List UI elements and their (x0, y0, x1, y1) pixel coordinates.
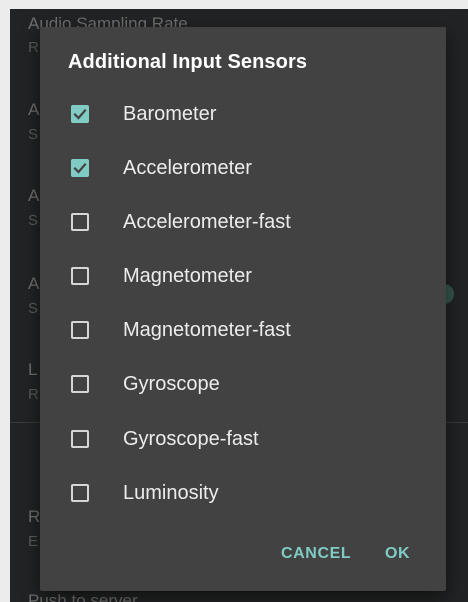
setting-title: A (28, 186, 40, 205)
option-magnetometer[interactable]: Magnetometer (40, 249, 446, 303)
checkbox-icon[interactable] (71, 213, 89, 231)
setting-summary: S (28, 126, 39, 143)
option-label: Barometer (123, 102, 217, 125)
setting-summary: E (28, 533, 39, 550)
setting-title: L (28, 360, 38, 379)
option-label: Accelerometer-fast (123, 210, 291, 233)
option-gyroscope-fast[interactable]: Gyroscope-fast (40, 412, 446, 466)
setting-title: A (28, 100, 40, 119)
option-label: Accelerometer (123, 156, 252, 179)
option-label: Gyroscope-fast (123, 427, 259, 450)
option-gyroscope[interactable]: Gyroscope (40, 357, 446, 411)
option-magnetometer-fast[interactable]: Magnetometer-fast (40, 303, 446, 357)
setting-summary: S (28, 300, 39, 317)
checkbox-icon[interactable] (71, 375, 89, 393)
setting-summary: R (28, 39, 39, 56)
checkbox-icon[interactable] (71, 430, 89, 448)
dialog-title: Additional Input Sensors (68, 51, 308, 73)
ok-button[interactable]: OK (385, 545, 410, 563)
checkbox-icon[interactable] (71, 105, 89, 123)
option-accelerometer[interactable]: Accelerometer (40, 141, 446, 195)
setting-summary: R (28, 386, 39, 403)
option-label: Magnetometer-fast (123, 318, 291, 341)
option-barometer[interactable]: Barometer (40, 87, 446, 141)
checkbox-icon[interactable] (71, 321, 89, 339)
setting-title: R (28, 507, 41, 526)
setting-title: A (28, 274, 40, 293)
checkbox-icon[interactable] (71, 267, 89, 285)
option-accelerometer-fast[interactable]: Accelerometer-fast (40, 195, 446, 249)
checkbox-icon[interactable] (71, 159, 89, 177)
checkbox-icon[interactable] (71, 484, 89, 502)
setting-title: Push to server (28, 591, 138, 602)
option-luminosity[interactable]: Luminosity (40, 466, 446, 520)
option-label: Magnetometer (123, 264, 252, 287)
option-label: Gyroscope (123, 372, 220, 395)
sensors-dialog: Additional Input Sensors Barometer Accel… (40, 27, 446, 591)
setting-summary: S (28, 212, 39, 229)
cancel-button[interactable]: CANCEL (281, 545, 351, 563)
option-label: Luminosity (123, 481, 219, 504)
